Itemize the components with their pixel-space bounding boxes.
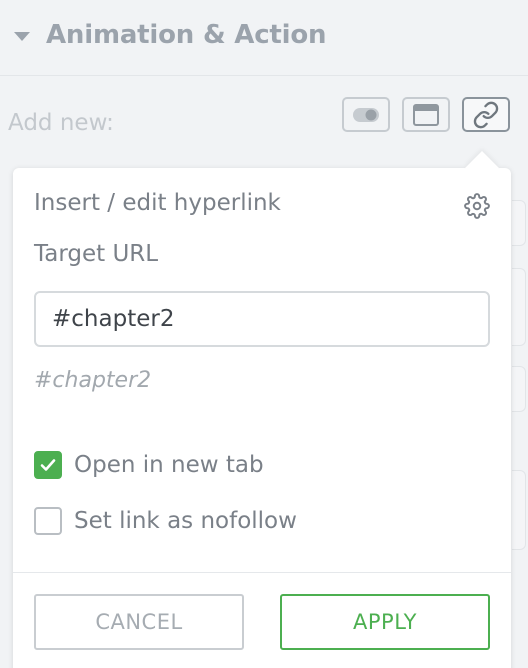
section-title: Animation & Action: [46, 20, 327, 50]
apply-button[interactable]: APPLY: [280, 594, 490, 650]
background-card-edge: [512, 470, 526, 550]
animation-action-panel: Animation & Action Add new: Insert / edi…: [0, 0, 528, 668]
gear-icon: [464, 193, 490, 219]
footer-divider: [13, 572, 511, 573]
background-card-edge: [512, 268, 526, 346]
open-new-tab-checkbox[interactable]: [34, 451, 62, 479]
nofollow-option[interactable]: Set link as nofollow: [34, 507, 297, 535]
popup-arrow-cover: [460, 169, 504, 185]
add-window-button[interactable]: [402, 97, 450, 132]
link-icon: [473, 101, 499, 128]
toggle-icon: [353, 107, 379, 122]
add-new-label: Add new:: [8, 110, 114, 136]
cancel-button[interactable]: CANCEL: [34, 594, 244, 650]
nofollow-label: Set link as nofollow: [74, 508, 297, 534]
background-card-edge: [512, 200, 526, 246]
target-url-label: Target URL: [34, 241, 159, 267]
target-url-input[interactable]: [34, 291, 490, 347]
add-toggle-button[interactable]: [342, 97, 390, 132]
section-header[interactable]: Animation & Action: [0, 0, 528, 76]
add-link-button[interactable]: [462, 97, 510, 132]
popup-title: Insert / edit hyperlink: [34, 190, 281, 216]
url-preview: #chapter2: [34, 368, 152, 393]
background-card-edge: [512, 366, 526, 412]
open-new-tab-label: Open in new tab: [74, 452, 264, 478]
caret-down-icon[interactable]: [14, 32, 30, 41]
nofollow-checkbox[interactable]: [34, 507, 62, 535]
open-new-tab-option[interactable]: Open in new tab: [34, 451, 264, 479]
settings-button[interactable]: [463, 192, 491, 220]
checkmark-icon: [40, 459, 56, 471]
window-icon: [413, 103, 439, 126]
